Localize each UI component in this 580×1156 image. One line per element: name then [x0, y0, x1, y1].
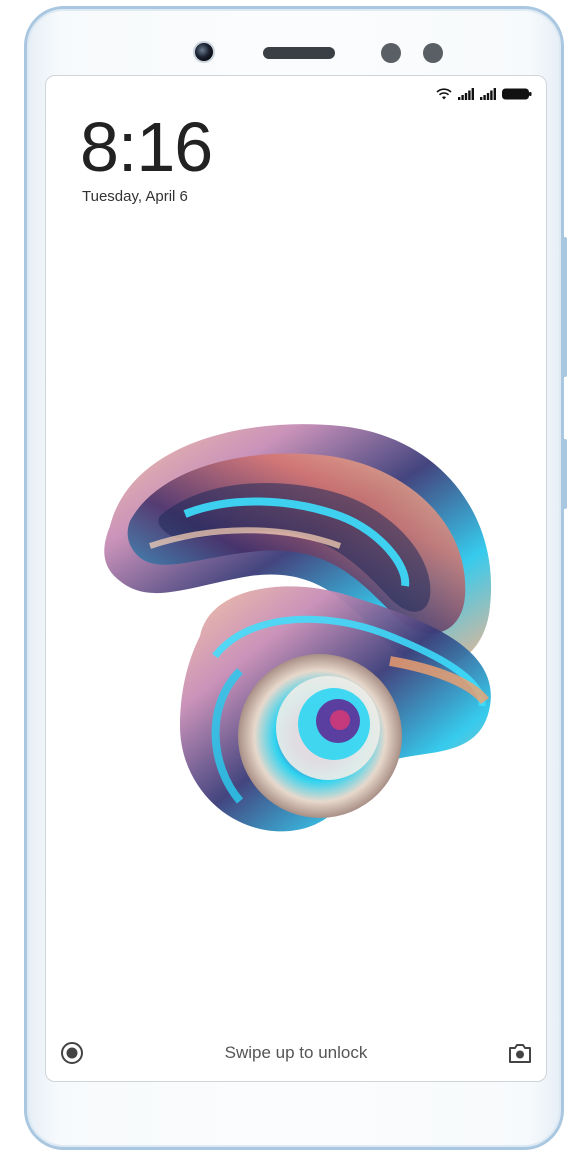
- lock-bottom-bar: Swipe up to unlock: [46, 1039, 546, 1067]
- proximity-sensor: [381, 43, 401, 63]
- unlock-hint[interactable]: Swipe up to unlock: [46, 1043, 546, 1063]
- camera-icon[interactable]: [508, 1042, 532, 1064]
- lock-screen[interactable]: 8:16 Tuesday, April 6 Swipe up to unlock: [45, 75, 547, 1082]
- front-camera: [193, 41, 215, 63]
- wallpaper-swirl-art: [104, 424, 492, 832]
- lock-date: Tuesday, April 6: [82, 188, 188, 205]
- battery-icon: [502, 88, 532, 100]
- lock-clock: 8:16: [80, 108, 213, 186]
- phone-frame: 8:16 Tuesday, April 6 Swipe up to unlock: [24, 6, 567, 1150]
- earpiece-speaker: [263, 47, 335, 59]
- status-bar: [436, 86, 532, 102]
- signal-icon: [480, 88, 496, 100]
- power-button: [563, 439, 567, 509]
- light-sensor: [423, 43, 443, 63]
- wifi-icon: [436, 88, 452, 100]
- volume-button: [563, 237, 567, 377]
- signal-icon: [458, 88, 474, 100]
